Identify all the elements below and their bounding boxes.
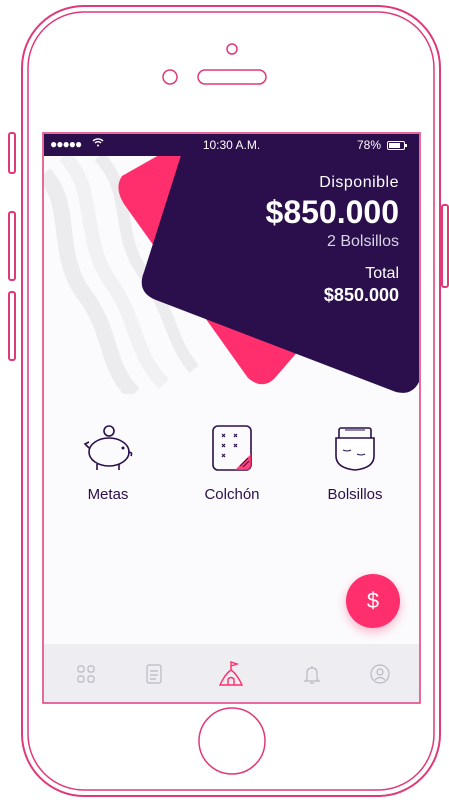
shortcut-label: Bolsillos [327,486,383,503]
bell-icon[interactable] [298,660,326,688]
shortcut-colchon[interactable]: Colchón [177,424,287,503]
available-label: Disponible [319,174,399,191]
battery-percent: 78% [356,138,381,152]
balance-card: Disponible $850.000 2 Bolsillos Total $8… [266,174,399,306]
pocket-icon [335,427,375,471]
total-amount: $850.000 [323,285,399,305]
home-icon[interactable] [217,660,245,688]
document-icon[interactable] [140,660,168,688]
shortcut-label: Metas [87,486,129,503]
shortcuts: Metas Colchón Bolsillos [44,424,419,534]
shortcut-label: Colchón [204,486,260,503]
bottom-tab-bar [44,644,419,702]
profile-icon[interactable] [366,660,394,688]
available-amount: $850.000 [265,194,399,230]
mattress-icon [212,425,252,471]
pockets-count: 2 Bolsillos [326,233,399,250]
payment-fab-button[interactable]: $ [346,574,400,628]
battery-icon [387,141,407,150]
shortcut-bolsillos[interactable]: Bolsillos [300,424,410,503]
shortcut-metas[interactable]: Metas [53,424,163,503]
status-bar: ●●●●● 10:30 A.M. 78% [44,134,419,156]
app-screen: ●●●●● 10:30 A.M. 78% Disponible $850.000… [44,134,419,702]
total-label: Total [365,265,399,282]
grid-icon[interactable] [72,660,100,688]
piggy-bank-icon [83,425,133,470]
